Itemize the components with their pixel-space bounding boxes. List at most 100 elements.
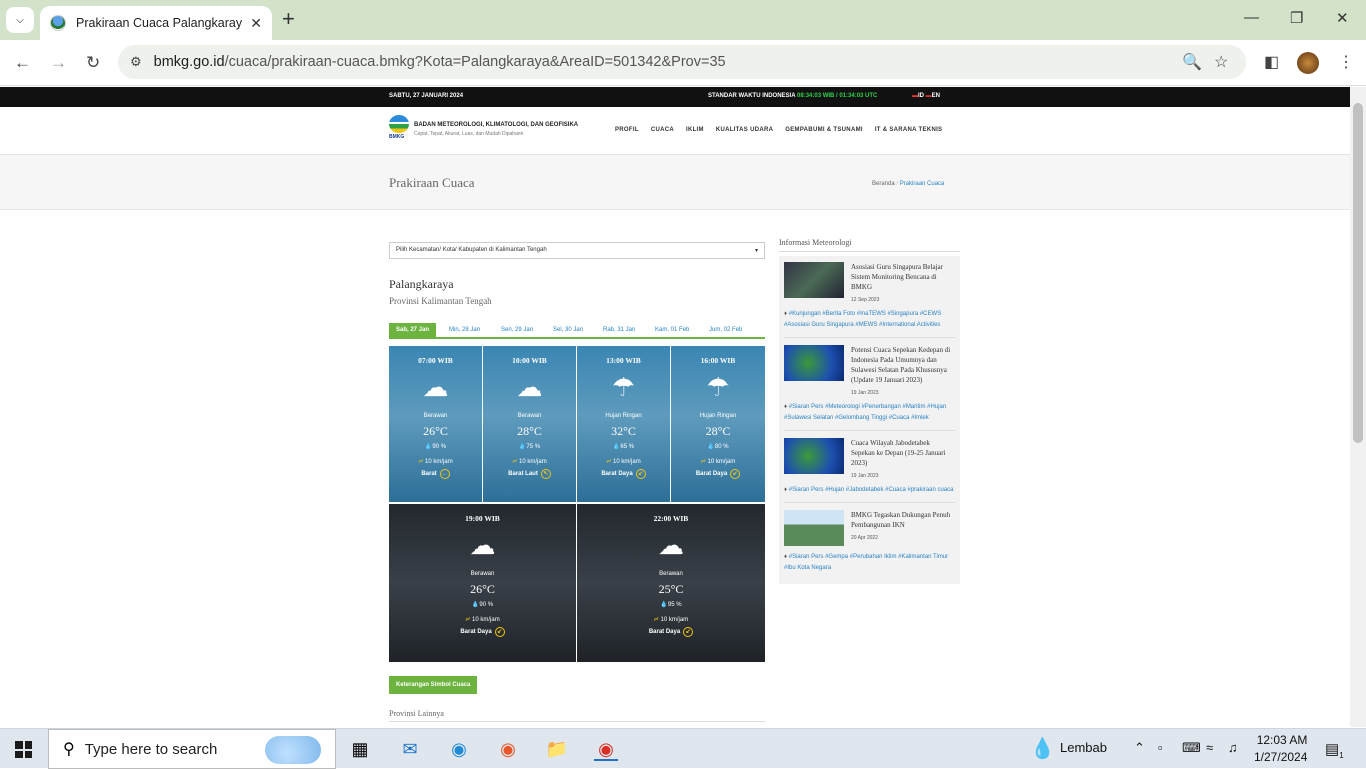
breadcrumb: Beranda / Prakiraan Cuaca <box>872 181 945 187</box>
location-select[interactable]: Pilih Kecamatan/ Kota/ Kabupaten di Kali… <box>389 242 765 259</box>
back-icon[interactable]: ← <box>14 53 31 73</box>
sidebar-heading: Informasi Meteorologi <box>779 238 960 252</box>
reload-icon[interactable]: ↻ <box>86 53 100 73</box>
tab-day-3[interactable]: Sen, 29 Jan <box>501 327 533 333</box>
mail-icon[interactable]: ✉ <box>398 737 422 761</box>
news-title[interactable]: BMKG Tegaskan Dukungan Penuh Pembangunan… <box>851 510 955 530</box>
menu-gempabumi[interactable]: GEMPABUMI & TSUNAMI <box>785 127 863 133</box>
crumb-home[interactable]: Beranda <box>872 181 895 187</box>
page-scrollbar[interactable] <box>1350 87 1366 727</box>
news-thumbnail[interactable] <box>784 438 844 474</box>
close-window-icon[interactable]: ✕ <box>1336 9 1349 27</box>
forecast-card: 19:00 WIB ☁ Berawan 26°C 💧90 % ≓ 10 km/j… <box>389 504 576 662</box>
news-thumbnail[interactable] <box>784 262 844 298</box>
search-icon: ⚲ <box>63 741 75 758</box>
new-tab-icon[interactable]: + <box>282 8 295 30</box>
url-text[interactable]: bmkg.go.id/cuaca/prakiraan-cuaca.bmkg?Ko… <box>154 54 726 70</box>
news-thumbnail[interactable] <box>784 510 844 546</box>
caret-down-icon: ▾ <box>754 248 758 254</box>
edge-icon[interactable]: ◉ <box>447 737 471 761</box>
windows-start-icon[interactable] <box>15 741 32 758</box>
menu-profil[interactable]: PROFIL <box>615 127 639 133</box>
current-date: SABTU, 27 JANUARI 2024 <box>389 93 464 99</box>
wind-direction-icon: ↖ <box>540 469 551 479</box>
profile-avatar[interactable] <box>1297 52 1319 74</box>
chrome-icon[interactable]: ◉ <box>594 737 618 761</box>
tab-day-7[interactable]: Jum, 02 Feb <box>709 327 742 333</box>
search-placeholder: Type here to search <box>84 740 218 758</box>
menu-cuaca[interactable]: CUACA <box>651 127 674 133</box>
other-provinces-heading: Provinsi Lainnya <box>389 709 765 722</box>
news-tags[interactable]: #Siaran Pers #Hujan #Jabodetabek #Cuaca … <box>789 487 954 493</box>
taskbar-search[interactable]: ⚲ Type here to search <box>48 729 336 769</box>
news-title[interactable]: Asosiasi Guru Singapura Belajar Sistem M… <box>851 262 955 292</box>
page-title-bar: Prakiraan Cuaca Beranda / Prakiraan Cuac… <box>0 155 1350 210</box>
wifi-icon[interactable]: ≈ <box>1206 740 1213 755</box>
network-device-icon[interactable]: ▫ <box>1158 740 1163 755</box>
news-item[interactable]: Potensi Cuaca Sepekan Kedepan di Indones… <box>784 343 955 431</box>
minimize-icon[interactable]: — <box>1244 9 1259 26</box>
tab-search-button[interactable]: ⌵ <box>6 7 34 33</box>
task-view-icon[interactable]: ▦ <box>348 737 372 761</box>
menu-it-sarana[interactable]: IT & SARANA TEKNIS <box>875 127 943 133</box>
tab-day-4[interactable]: Sel, 30 Jan <box>553 327 583 333</box>
bmkg-logo[interactable]: BMKG <box>389 115 411 141</box>
menu-kualitas-udara[interactable]: KUALITAS UDARA <box>716 127 773 133</box>
wind-direction-icon: ↙ <box>730 469 741 479</box>
org-name: BADAN METEOROLOGI, KLIMATOLOGI, DAN GEOF… <box>414 122 579 128</box>
tab-day-2[interactable]: Min, 28 Jan <box>449 327 480 333</box>
lang-id[interactable]: ID <box>918 93 924 99</box>
bmkg-favicon-icon <box>50 15 66 31</box>
system-clock[interactable]: 12:03 AM 1/27/2024 <box>1254 732 1307 766</box>
file-explorer-icon[interactable]: 📁 <box>545 737 569 761</box>
restore-icon[interactable]: ❐ <box>1290 9 1303 27</box>
close-tab-icon[interactable]: ✕ <box>250 15 262 32</box>
main-menu: PROFIL CUACA IKLIM KUALITAS UDARA GEMPAB… <box>615 127 942 133</box>
news-tags[interactable]: #Kunjungan #Berita Foto #InaTEWS #Singap… <box>784 311 941 328</box>
forecast-card: 13:00 WIB ☂ Hujan Ringan 32°C 💧65 % ≓ 10… <box>577 346 670 502</box>
news-title[interactable]: Potensi Cuaca Sepekan Kedepan di Indones… <box>851 345 955 385</box>
notification-icon[interactable]: ▤1 <box>1325 740 1344 760</box>
weather-text[interactable]: Lembab <box>1060 740 1107 755</box>
news-item[interactable]: BMKG Tegaskan Dukungan Penuh Pembangunan… <box>784 508 955 580</box>
tab-day-1[interactable]: Sab, 27 Jan <box>389 323 437 337</box>
volume-icon[interactable]: ♫ <box>1228 740 1238 755</box>
menu-kebab-icon[interactable]: ⋮ <box>1338 52 1354 72</box>
org-block: BADAN METEOROLOGI, KLIMATOLOGI, DAN GEOF… <box>414 122 578 137</box>
news-thumbnail[interactable] <box>784 345 844 381</box>
clock-date: 1/27/2024 <box>1254 750 1308 764</box>
zoom-icon[interactable]: 🔍 <box>1182 52 1202 72</box>
tab-day-5[interactable]: Rab, 31 Jan <box>603 327 635 333</box>
side-panel-icon[interactable]: ◧ <box>1264 52 1279 72</box>
tab-day-6[interactable]: Kam, 01 Feb <box>655 327 689 333</box>
wind-icon: ≓ <box>700 459 706 465</box>
menu-iklim[interactable]: IKLIM <box>686 127 704 133</box>
scrollbar-thumb[interactable] <box>1353 103 1363 443</box>
address-bar[interactable]: ⚙ bmkg.go.id/cuaca/prakiraan-cuaca.bmkg?… <box>118 45 1246 79</box>
weather-legend-button[interactable]: Keterangan Simbol Cuaca <box>389 676 478 694</box>
news-item[interactable]: Cuaca Wilayah Jabodetabek Sepekan ke Dep… <box>784 436 955 503</box>
clock-time: 12:03 AM <box>1256 733 1308 747</box>
news-tags[interactable]: #Siaran Pers #Gempa #Perubahan Iklim #Ka… <box>784 554 948 571</box>
tab-title: Prakiraan Cuaca Palangkaraya - <box>76 16 243 30</box>
news-item[interactable]: Asosiasi Guru Singapura Belajar Sistem M… <box>784 260 955 338</box>
browser-tab[interactable]: Prakiraan Cuaca Palangkaraya - ✕ <box>40 6 272 40</box>
ime-icon[interactable]: ⌨ <box>1182 740 1201 756</box>
tray-chevron-icon[interactable]: ⌃ <box>1134 740 1145 756</box>
news-date: 20 Apr 2022 <box>851 535 878 541</box>
cloud-icon: ☁ <box>469 530 496 560</box>
firefox-icon[interactable]: ◉ <box>496 737 520 761</box>
bookmark-star-icon[interactable]: ☆ <box>1214 52 1228 72</box>
site-info-icon[interactable]: ⚙ <box>130 54 142 70</box>
weather-drop-icon[interactable]: 💧 <box>1030 736 1055 761</box>
lang-en[interactable]: EN <box>932 93 940 99</box>
language-switch[interactable]: ▬ID ▬EN <box>912 93 940 99</box>
forward-icon[interactable]: → <box>50 53 67 73</box>
forecast-card: 22:00 WIB ☁ Berawan 25°C 💧95 % ≓ 10 km/j… <box>577 504 765 662</box>
news-tags[interactable]: #Siaran Pers #Meteorologi #Penerbangan #… <box>784 404 946 421</box>
forecast-card: 10:00 WIB ☁ Berawan 28°C 💧75 % ≓ 10 km/j… <box>483 346 576 502</box>
wind-icon: ≓ <box>465 617 471 623</box>
rain-icon: ☂ <box>706 372 730 402</box>
wind-direction-icon: ↙ <box>683 627 694 637</box>
news-title[interactable]: Cuaca Wilayah Jabodetabek Sepekan ke Dep… <box>851 438 955 468</box>
